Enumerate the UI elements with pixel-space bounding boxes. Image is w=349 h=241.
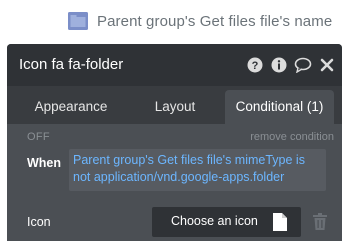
element-name-label: Parent group's Get files file's name <box>97 13 333 30</box>
icon-property-label: Icon <box>27 215 51 229</box>
choose-icon-label: Choose an icon <box>171 214 258 228</box>
file-icon <box>273 213 287 231</box>
close-icon[interactable] <box>318 56 336 74</box>
tab-conditional[interactable]: Conditional (1) <box>225 90 334 124</box>
property-editor-panel: Icon fa fa-folder ? Appearance Layout Co… <box>7 44 342 241</box>
condition-state: OFF <box>27 131 50 143</box>
tab-layout[interactable]: Layout <box>135 90 215 124</box>
element-label-bar: Parent group's Get files file's name <box>0 0 349 44</box>
when-label: When <box>27 156 62 170</box>
remove-condition-link[interactable]: remove condition <box>250 131 334 143</box>
header-icons: ? <box>246 55 336 75</box>
comment-icon[interactable] <box>294 56 312 74</box>
choose-icon-button[interactable]: Choose an icon <box>152 207 301 237</box>
help-icon[interactable]: ? <box>246 56 264 74</box>
folder-icon <box>68 12 88 30</box>
condition-expression[interactable]: Parent group's Get files file's mimeType… <box>69 149 326 191</box>
panel-header[interactable]: Icon fa fa-folder ? <box>7 44 342 86</box>
info-icon[interactable] <box>270 56 288 74</box>
conditional-content: OFF remove condition When Parent group's… <box>7 124 342 241</box>
svg-text:?: ? <box>252 60 259 72</box>
panel-title: Icon fa fa-folder <box>19 56 124 73</box>
tab-bar: Appearance Layout Conditional (1) <box>7 86 342 124</box>
trash-icon[interactable] <box>313 213 327 230</box>
tab-appearance[interactable]: Appearance <box>7 90 135 124</box>
